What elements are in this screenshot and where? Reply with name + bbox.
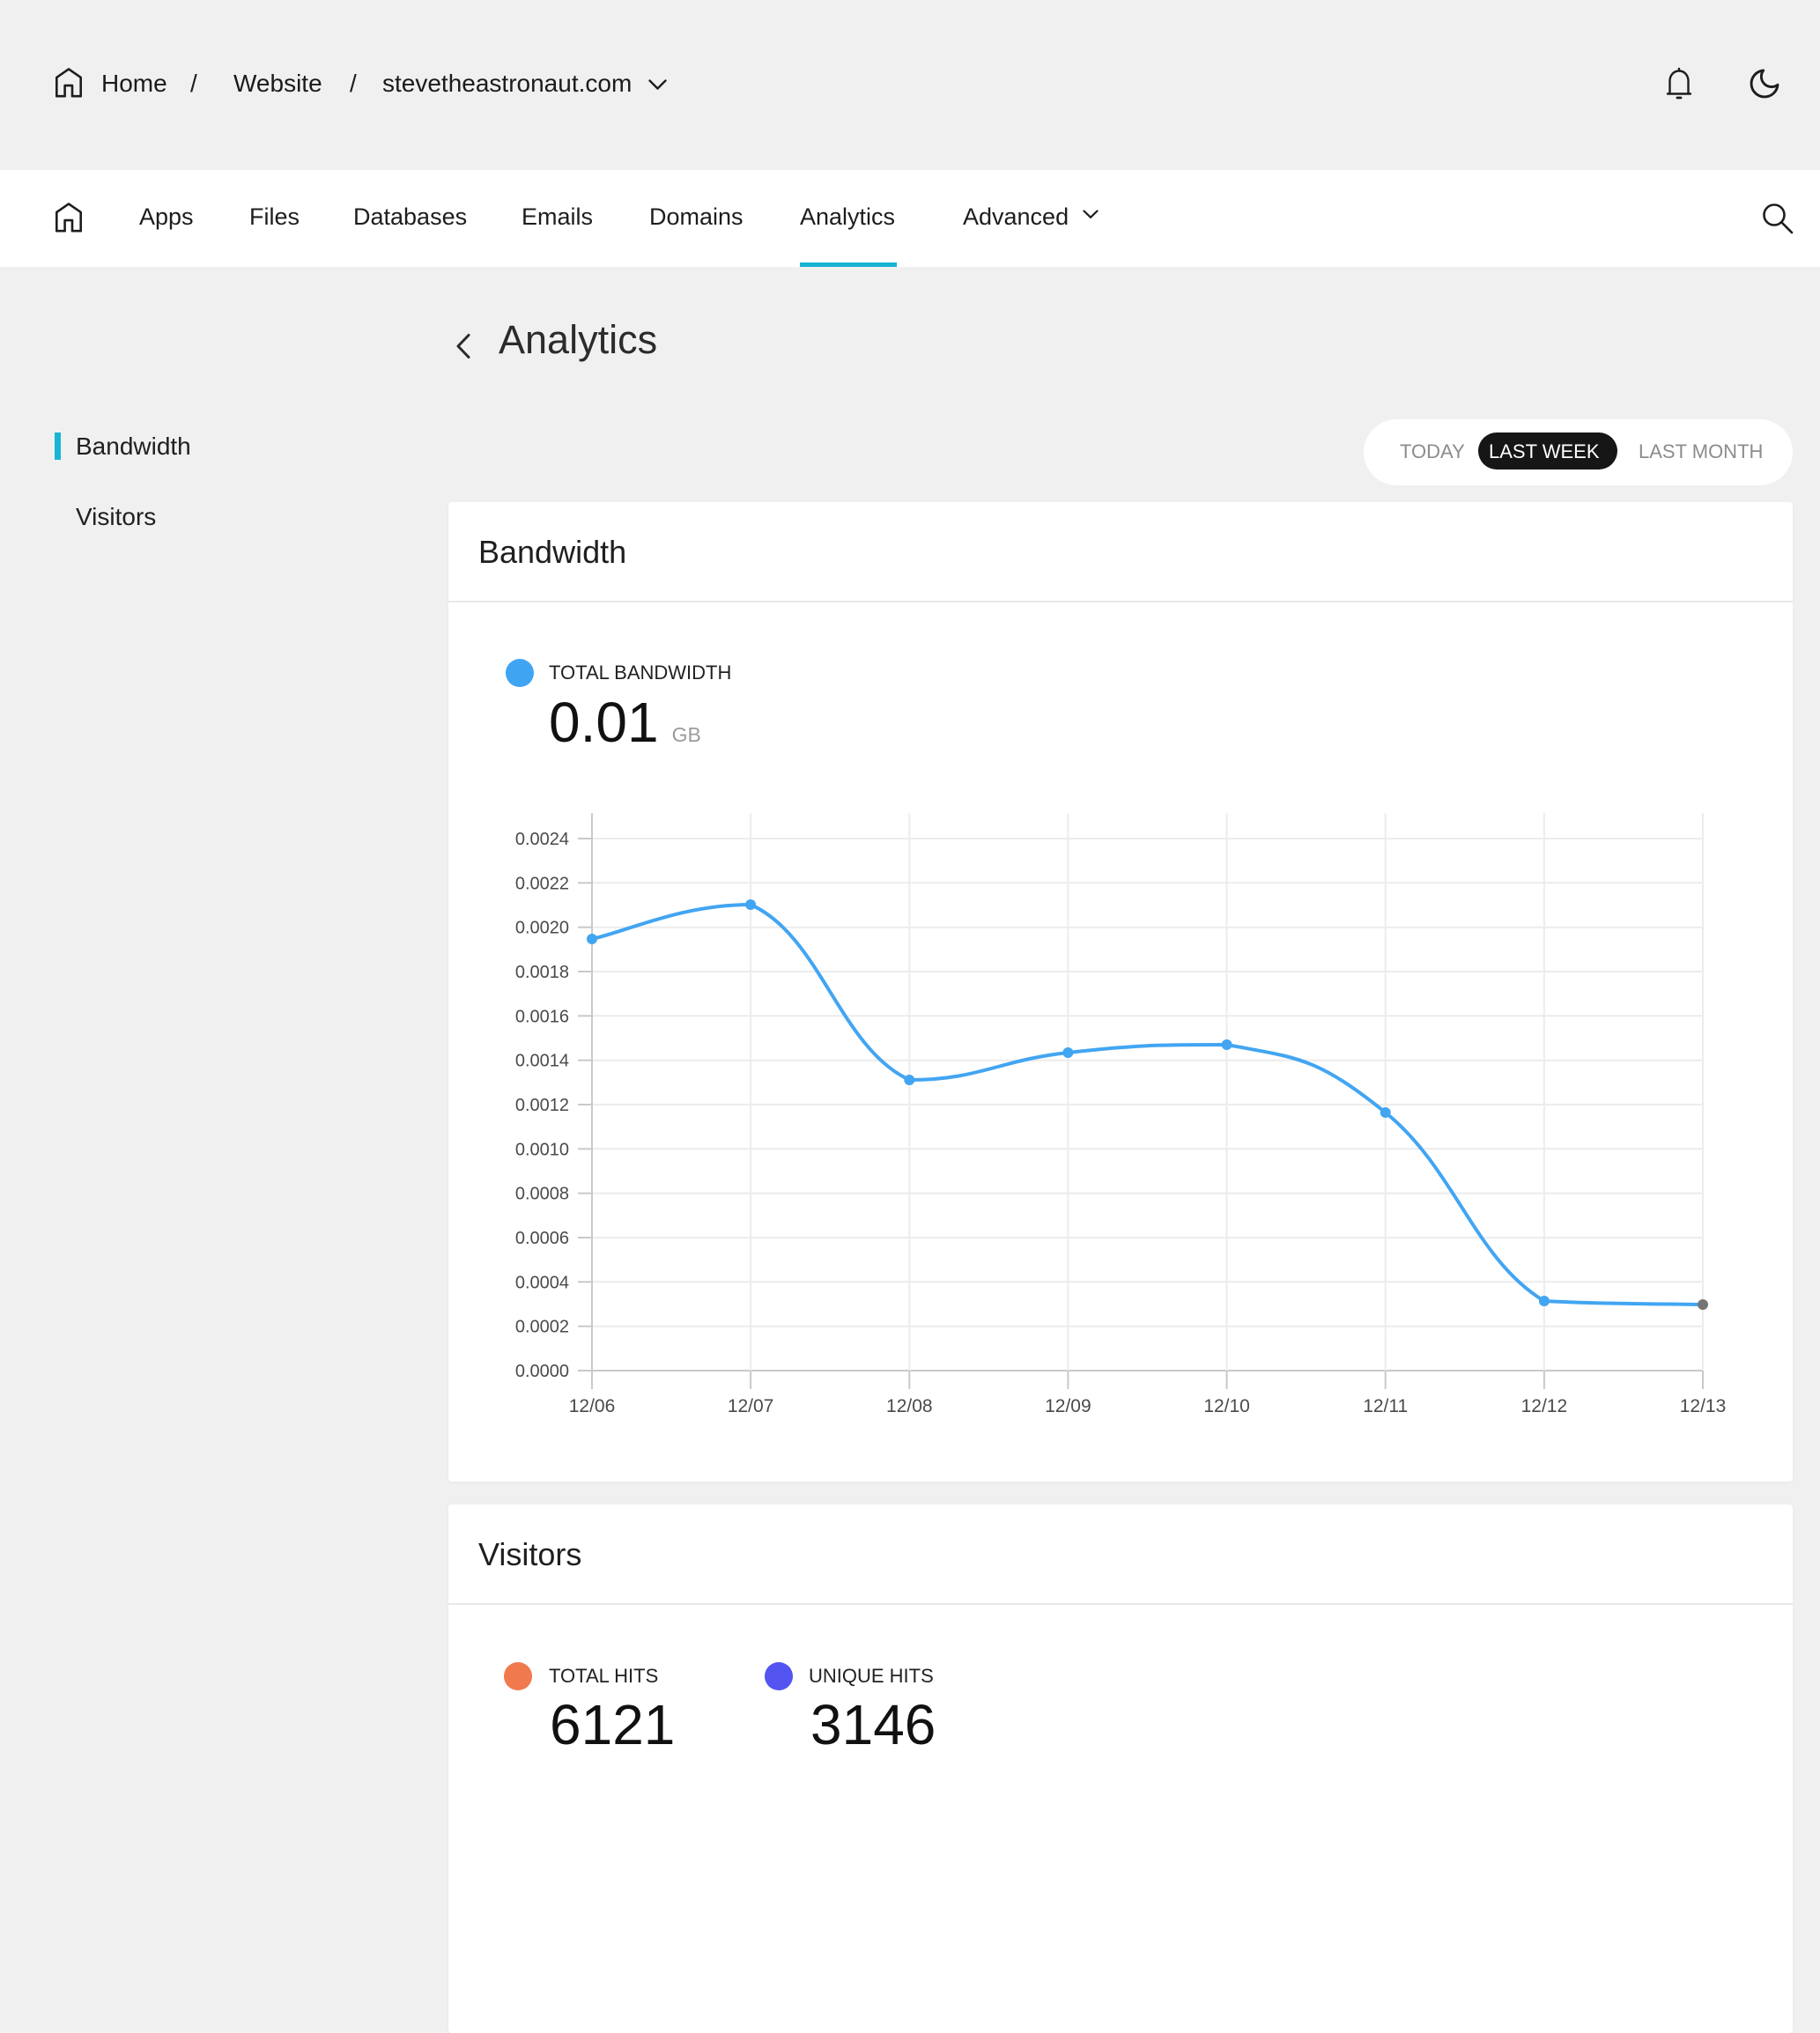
svg-text:0.0004: 0.0004 [515, 1273, 569, 1292]
svg-text:0.0010: 0.0010 [515, 1140, 569, 1159]
svg-text:0.0014: 0.0014 [515, 1052, 569, 1071]
svg-text:0.0024: 0.0024 [515, 830, 569, 849]
svg-text:0.0020: 0.0020 [515, 919, 569, 938]
svg-text:12/10: 12/10 [1203, 1396, 1250, 1416]
svg-text:0.0008: 0.0008 [515, 1185, 569, 1204]
svg-text:12/13: 12/13 [1680, 1396, 1727, 1416]
svg-text:0.0012: 0.0012 [515, 1096, 569, 1115]
svg-text:12/12: 12/12 [1521, 1396, 1568, 1416]
svg-text:12/11: 12/11 [1363, 1396, 1408, 1416]
svg-text:12/08: 12/08 [886, 1396, 933, 1416]
svg-text:0.0022: 0.0022 [515, 874, 569, 893]
svg-text:12/09: 12/09 [1045, 1396, 1091, 1416]
svg-text:0.0006: 0.0006 [515, 1229, 569, 1248]
svg-text:0.0016: 0.0016 [515, 1007, 569, 1026]
svg-text:0.0018: 0.0018 [515, 963, 569, 982]
svg-text:12/07: 12/07 [728, 1396, 774, 1416]
svg-text:0.0002: 0.0002 [515, 1318, 569, 1337]
svg-text:12/06: 12/06 [569, 1396, 616, 1416]
svg-text:0.0000: 0.0000 [515, 1362, 569, 1381]
